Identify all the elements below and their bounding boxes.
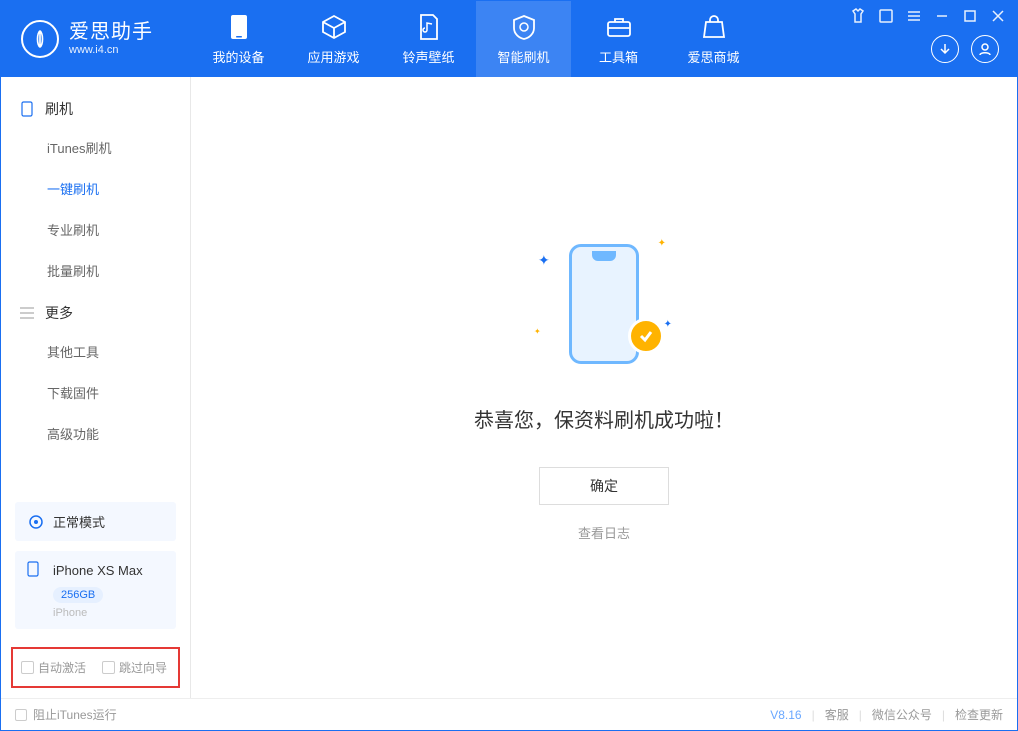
device-panel: 正常模式 iPhone XS Max 256GB iPhone <box>1 502 190 643</box>
wechat-link[interactable]: 微信公众号 <box>872 706 932 723</box>
phone-icon <box>19 101 35 117</box>
titlebar-controls <box>849 7 1007 25</box>
section-flash: 刷机 <box>1 87 190 127</box>
footer-right: V8.16 | 客服 | 微信公众号 | 检查更新 <box>770 706 1003 723</box>
nav-tab-label: 铃声壁纸 <box>402 47 454 66</box>
nav-tab-apps[interactable]: 应用游戏 <box>286 1 381 77</box>
footer: 阻止iTunes运行 V8.16 | 客服 | 微信公众号 | 检查更新 <box>1 698 1017 730</box>
menu-icon[interactable] <box>905 7 923 25</box>
download-icon[interactable] <box>931 35 959 63</box>
device-storage-badge: 256GB <box>53 587 103 603</box>
sidebar-item-other-tools[interactable]: 其他工具 <box>1 331 190 372</box>
sparkle-icon: ✦ <box>664 319 672 330</box>
sidebar-item-oneclick-flash[interactable]: 一键刷机 <box>1 168 190 209</box>
list-icon <box>19 305 35 321</box>
sidebar-item-pro-flash[interactable]: 专业刷机 <box>1 209 190 250</box>
auto-activate-checkbox[interactable]: 自动激活 <box>21 659 86 676</box>
nav-tabs: 我的设备 应用游戏 铃声壁纸 智能刷机 工具箱 爱思商城 <box>191 1 761 77</box>
sidebar-item-download-firmware[interactable]: 下载固件 <box>1 372 190 413</box>
section-label: 更多 <box>45 303 73 323</box>
check-badge-icon <box>628 318 664 354</box>
sparkle-icon: ✦ <box>538 252 550 269</box>
checkbox-icon <box>102 661 115 674</box>
sidebar-item-batch-flash[interactable]: 批量刷机 <box>1 250 190 291</box>
checkbox-label: 阻止iTunes运行 <box>33 706 117 723</box>
nav-tab-label: 应用游戏 <box>307 47 359 66</box>
checkbox-label: 自动激活 <box>38 659 86 676</box>
device-card[interactable]: iPhone XS Max 256GB iPhone <box>15 551 176 629</box>
version-label: V8.16 <box>770 708 801 722</box>
app-window: 爱思助手 www.i4.cn 我的设备 应用游戏 铃声壁纸 智能刷机 <box>0 0 1018 731</box>
tshirt-icon[interactable] <box>849 7 867 25</box>
skip-guide-checkbox[interactable]: 跳过向导 <box>102 659 167 676</box>
close-icon[interactable] <box>989 7 1007 25</box>
shield-icon <box>512 13 536 41</box>
device-mode-label: 正常模式 <box>53 512 105 531</box>
bag-icon <box>703 13 725 41</box>
user-icon[interactable] <box>971 35 999 63</box>
side-nav: 刷机 iTunes刷机 一键刷机 专业刷机 批量刷机 更多 其他工具 下载固件 … <box>1 77 190 502</box>
separator: | <box>942 708 945 722</box>
main-content: ✦ ✦ ✦ ✦ 恭喜您，保资料刷机成功啦！ 确定 查看日志 <box>191 77 1017 698</box>
device-type: iPhone <box>53 607 164 619</box>
checkbox-icon <box>15 709 27 721</box>
sidebar: 刷机 iTunes刷机 一键刷机 专业刷机 批量刷机 更多 其他工具 下载固件 … <box>1 77 191 698</box>
sparkle-icon: ✦ <box>658 238 666 249</box>
separator: | <box>812 708 815 722</box>
logo-icon <box>21 20 59 58</box>
minimize-icon[interactable] <box>933 7 951 25</box>
phone-illustration-icon <box>569 244 639 364</box>
sidebar-item-itunes-flash[interactable]: iTunes刷机 <box>1 127 190 168</box>
paper-icon <box>418 13 440 41</box>
nav-tab-label: 智能刷机 <box>497 47 549 66</box>
maximize-icon[interactable] <box>961 7 979 25</box>
section-more: 更多 <box>1 291 190 331</box>
section-label: 刷机 <box>45 99 73 119</box>
checkbox-label: 跳过向导 <box>119 659 167 676</box>
nav-tab-ringtone[interactable]: 铃声壁纸 <box>381 1 476 77</box>
nav-tab-device[interactable]: 我的设备 <box>191 1 286 77</box>
logo-area: 爱思助手 www.i4.cn <box>1 20 191 58</box>
toolbox-icon <box>606 13 632 41</box>
header-actions <box>931 35 999 63</box>
feedback-icon[interactable] <box>877 7 895 25</box>
support-link[interactable]: 客服 <box>825 706 849 723</box>
device-name: iPhone XS Max <box>53 563 143 578</box>
nav-tab-store[interactable]: 爱思商城 <box>666 1 761 77</box>
app-subtitle: www.i4.cn <box>69 44 153 57</box>
device-mode-card[interactable]: 正常模式 <box>15 502 176 541</box>
logo-text: 爱思助手 www.i4.cn <box>69 20 153 57</box>
update-link[interactable]: 检查更新 <box>955 706 1003 723</box>
app-title: 爱思助手 <box>69 20 153 44</box>
ok-button[interactable]: 确定 <box>539 467 669 505</box>
phone-icon <box>27 561 45 579</box>
body: 刷机 iTunes刷机 一键刷机 专业刷机 批量刷机 更多 其他工具 下载固件 … <box>1 77 1017 698</box>
nav-tab-label: 工具箱 <box>599 47 638 66</box>
device-icon <box>230 13 248 41</box>
cube-icon <box>321 13 347 41</box>
mode-icon <box>27 513 45 531</box>
options-row: 自动激活 跳过向导 <box>11 647 180 688</box>
block-itunes-checkbox[interactable]: 阻止iTunes运行 <box>15 706 117 723</box>
header: 爱思助手 www.i4.cn 我的设备 应用游戏 铃声壁纸 智能刷机 <box>1 1 1017 77</box>
nav-tab-toolbox[interactable]: 工具箱 <box>571 1 666 77</box>
nav-tab-flash[interactable]: 智能刷机 <box>476 1 571 77</box>
sparkle-icon: ✦ <box>534 327 541 336</box>
view-log-link[interactable]: 查看日志 <box>578 523 630 542</box>
sidebar-item-advanced[interactable]: 高级功能 <box>1 413 190 454</box>
checkbox-icon <box>21 661 34 674</box>
success-illustration: ✦ ✦ ✦ ✦ <box>534 234 674 374</box>
separator: | <box>859 708 862 722</box>
nav-tab-label: 我的设备 <box>212 47 264 66</box>
nav-tab-label: 爱思商城 <box>687 47 739 66</box>
success-message: 恭喜您，保资料刷机成功啦！ <box>474 404 734 433</box>
